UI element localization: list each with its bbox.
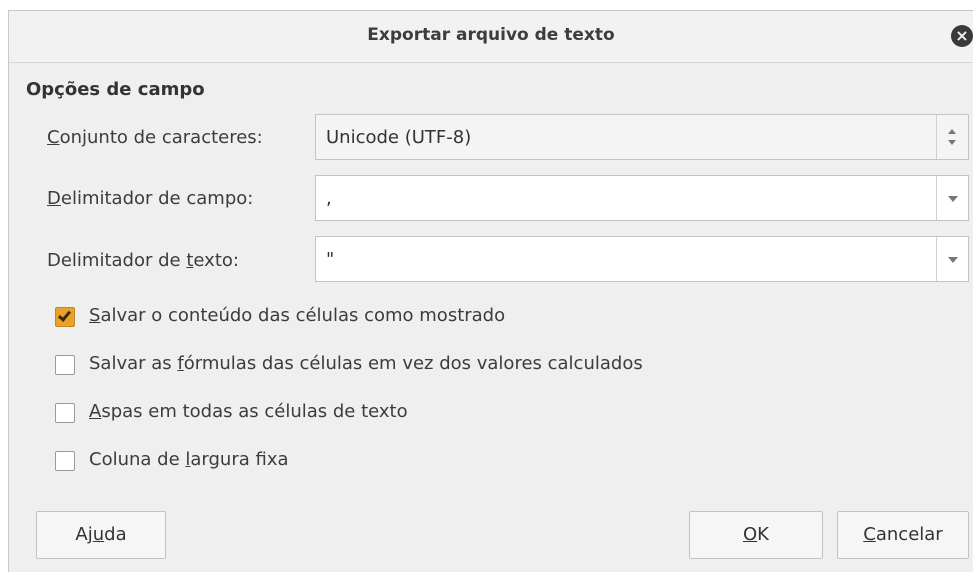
charset-select[interactable]: Unicode (UTF-8) bbox=[315, 114, 969, 160]
charset-label: Conjunto de caracteres: bbox=[47, 127, 263, 148]
cancel-button[interactable]: Cancelar bbox=[837, 511, 969, 559]
option-label: Salvar as fórmulas das células em vez do… bbox=[89, 353, 643, 374]
spin-up-icon bbox=[948, 129, 956, 134]
option-label: Coluna de largura fixa bbox=[89, 449, 289, 470]
section-title-field-options: Opções de campo bbox=[26, 79, 205, 100]
text-delimiter-combobox[interactable]: " bbox=[315, 236, 969, 282]
dialog-title: Exportar arquivo de texto bbox=[367, 25, 615, 45]
field-delimiter-combobox[interactable]: , bbox=[315, 175, 969, 221]
title-bar[interactable]: Exportar arquivo de texto × bbox=[9, 11, 973, 63]
help-button[interactable]: Ajuda bbox=[36, 511, 166, 559]
charset-spin-button[interactable] bbox=[936, 115, 968, 159]
text-delimiter-label: Delimitador de texto: bbox=[47, 250, 239, 271]
spin-down-icon bbox=[948, 140, 956, 145]
close-icon[interactable]: × bbox=[951, 25, 973, 47]
checkbox-save-as-shown[interactable] bbox=[55, 307, 75, 327]
chevron-down-icon bbox=[948, 196, 958, 202]
option-label: Aspas em todas as células de texto bbox=[89, 401, 408, 422]
chevron-down-icon bbox=[948, 257, 958, 263]
ok-button[interactable]: OK bbox=[689, 511, 823, 559]
field-delimiter-value: , bbox=[326, 188, 332, 209]
checkbox-quote-all-text[interactable] bbox=[55, 403, 75, 423]
checkbox-fixed-width[interactable] bbox=[55, 451, 75, 471]
field-delimiter-dropdown-button[interactable] bbox=[936, 176, 968, 220]
checkmark-icon bbox=[57, 308, 72, 322]
text-delimiter-value: " bbox=[326, 249, 335, 270]
export-text-file-dialog: Exportar arquivo de texto × Opções de ca… bbox=[8, 10, 973, 572]
charset-value: Unicode (UTF-8) bbox=[326, 127, 472, 148]
option-label: Salvar o conteúdo das células como mostr… bbox=[89, 305, 506, 326]
checkbox-save-formulas[interactable] bbox=[55, 355, 75, 375]
field-delimiter-label: Delimitador de campo: bbox=[47, 188, 254, 209]
text-delimiter-dropdown-button[interactable] bbox=[936, 237, 968, 281]
